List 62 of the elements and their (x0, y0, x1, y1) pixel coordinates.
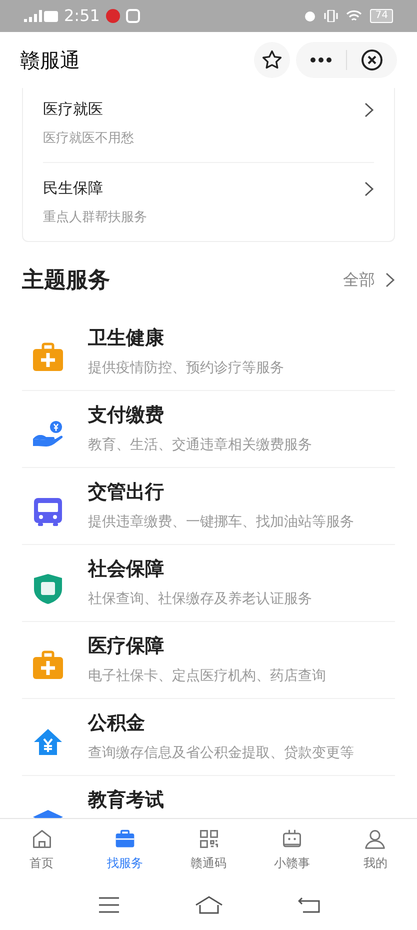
battery-indicator: 74 (370, 9, 393, 23)
medical-kit-icon (32, 650, 64, 682)
back-icon (298, 897, 320, 913)
item-title: 卫生健康 (88, 327, 165, 349)
view-all-link[interactable]: 全部 (343, 268, 395, 292)
close-icon (361, 49, 383, 71)
person-icon (364, 828, 386, 850)
section-title: 主题服务 (22, 266, 111, 294)
star-icon (261, 49, 283, 71)
close-button[interactable] (361, 49, 383, 71)
vibrate-icon (324, 10, 338, 22)
wifi-icon (346, 10, 362, 22)
row-title[interactable]: 医疗就医 (43, 98, 364, 120)
qr-code-icon (198, 828, 220, 850)
tab-item[interactable]: 我的 (334, 828, 417, 872)
tab-item[interactable]: 首页 (0, 828, 84, 872)
chevron-icon (364, 181, 374, 197)
app-icon (126, 9, 140, 23)
window-title: 赣服通 (20, 47, 80, 74)
row-title[interactable]: 民生保障 (43, 177, 364, 200)
bus-icon (32, 496, 64, 528)
more-icon (310, 57, 332, 63)
chevron-icon (364, 102, 374, 118)
shield-icon (32, 573, 64, 605)
item-description: 社保查询、社保缴存及养老认证服务 (88, 590, 313, 608)
service-item[interactable]: 公积金 查询缴存信息及省公积金提取、贷款变更等 (22, 699, 395, 776)
item-title: 医疗保障 (88, 635, 165, 657)
item-description: 电子社保卡、定点医疗机构、药店查询 (88, 667, 327, 685)
item-title: 支付缴费 (88, 404, 165, 426)
service-item[interactable]: 支付缴费 教育、生活、交通违章相关缴费服务 (22, 391, 395, 468)
item-title: 公积金 (88, 712, 146, 734)
item-title: 交管出行 (88, 481, 165, 503)
item-description: 教育、生活、交通违章相关缴费服务 (88, 436, 313, 454)
menu-icon (98, 897, 120, 913)
tab-item[interactable]: 找服务 (83, 828, 167, 872)
robot-icon (280, 828, 303, 850)
chevron-icon (385, 272, 395, 288)
service-item[interactable]: 社会保障 社保查询、社保缴存及养老认证服务 (22, 545, 395, 622)
item-description: 提供疫情防控、预约诊疗等服务 (88, 359, 285, 377)
item-title: 教育考试 (88, 789, 165, 811)
notification-icon (106, 9, 120, 23)
back-button[interactable] (298, 897, 320, 913)
home-icon (30, 828, 53, 850)
home-icon (194, 896, 222, 914)
home-button[interactable] (194, 896, 222, 914)
menu-button[interactable] (98, 897, 120, 913)
signal-icon (24, 10, 44, 22)
row-subtitle: 医疗就医不用愁 (43, 130, 135, 148)
medical-kit-icon (32, 342, 64, 374)
row-subtitle: 重点人群帮扶服务 (43, 208, 148, 226)
item-title: 社会保障 (88, 558, 165, 580)
item-description: 提供违章缴费、一键挪车、找加油站等服务 (88, 513, 355, 531)
status-time: 2:51 (64, 5, 100, 27)
service-item[interactable]: 交管出行 提供违章缴费、一键挪车、找加油站等服务 (22, 468, 395, 545)
favorite-button[interactable] (254, 42, 290, 78)
more-button[interactable] (310, 57, 332, 63)
item-description: 查询缴存信息及省公积金提取、贷款变更等 (88, 744, 355, 762)
service-item[interactable]: 医疗保障 电子社保卡、定点医疗机构、药店查询 (22, 622, 395, 699)
service-item[interactable]: 卫生健康 提供疫情防控、预约诊疗等服务 (22, 314, 395, 391)
briefcase-icon (114, 828, 136, 850)
tab-item[interactable]: 赣通码 (166, 828, 250, 872)
tab-item[interactable]: 小赣事 (250, 828, 334, 872)
